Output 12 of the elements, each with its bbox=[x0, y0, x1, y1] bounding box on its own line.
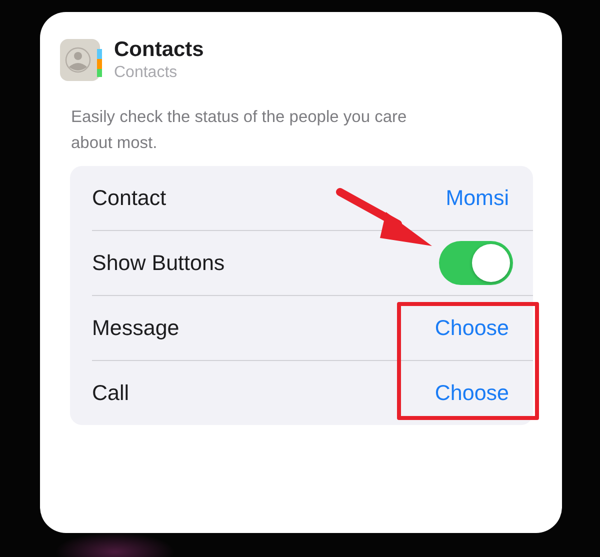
setting-value-link[interactable]: Choose bbox=[434, 316, 509, 340]
setting-label: Message bbox=[92, 316, 180, 340]
widget-subtitle: Contacts bbox=[114, 64, 178, 82]
setting-label: Show Buttons bbox=[92, 250, 225, 276]
setting-value-link[interactable]: Choose bbox=[434, 380, 509, 406]
toggle-switch[interactable] bbox=[439, 241, 513, 285]
widget-title: Contacts bbox=[114, 38, 204, 62]
setting-label: Contact bbox=[92, 186, 166, 210]
setting-value-link[interactable]: Momsi bbox=[446, 186, 509, 210]
contacts-app-icon bbox=[60, 39, 102, 81]
widget-description: Easily check the status of the people you care about most. bbox=[71, 107, 408, 154]
setting-label: Call bbox=[92, 380, 130, 406]
